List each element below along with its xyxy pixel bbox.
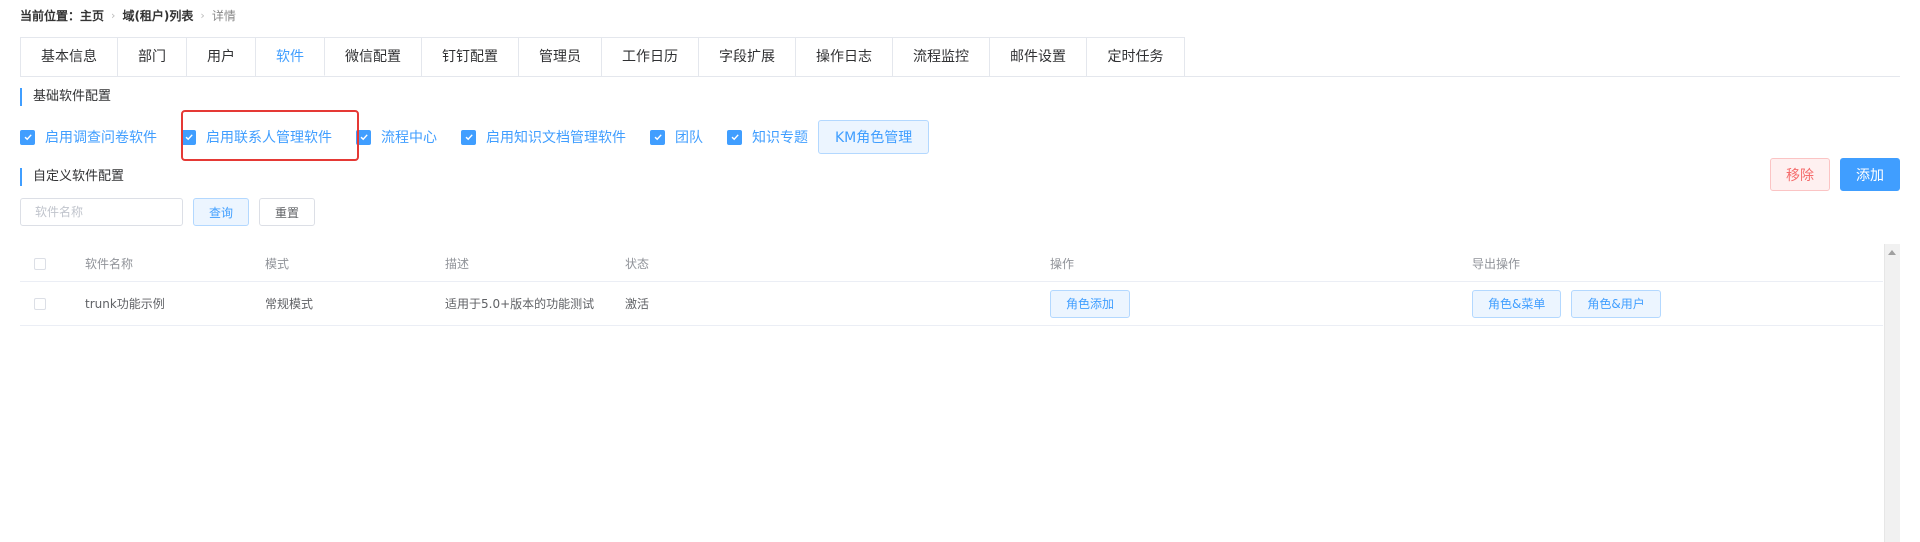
- tab-software[interactable]: 软件: [256, 38, 325, 76]
- cell-description: 适用于5.0+版本的功能测试: [445, 297, 595, 311]
- tab-department[interactable]: 部门: [118, 38, 187, 76]
- checkbox-process-center[interactable]: 流程中心: [356, 127, 437, 147]
- query-button[interactable]: 查询: [193, 198, 249, 226]
- role-menu-export-button[interactable]: 角色&菜单: [1472, 289, 1562, 318]
- scroll-up-arrow-icon[interactable]: [1888, 250, 1896, 255]
- row-checkbox[interactable]: [34, 297, 46, 310]
- header-export-operations: 导出操作: [1472, 257, 1521, 271]
- checkbox-label: 启用知识文档管理软件: [486, 130, 626, 146]
- software-name-search-input[interactable]: [20, 198, 183, 226]
- tab-bar-divider: [20, 76, 1900, 77]
- tab-bar: 基本信息 部门 用户 软件 微信配置 钉钉配置 管理员 工作日历 字段扩展 操作…: [20, 37, 1185, 76]
- tab-operation-log[interactable]: 操作日志: [796, 38, 893, 76]
- header-software-name: 软件名称: [85, 257, 134, 271]
- tab-wechat-config[interactable]: 微信配置: [325, 38, 422, 76]
- remove-button[interactable]: 移除: [1770, 158, 1830, 191]
- tab-work-calendar[interactable]: 工作日历: [602, 38, 699, 76]
- checkbox-knowledge-topic[interactable]: 知识专题: [727, 127, 808, 147]
- tab-scheduled-tasks[interactable]: 定时任务: [1087, 38, 1184, 76]
- checkbox-contacts-software[interactable]: 启用联系人管理软件: [181, 127, 332, 147]
- breadcrumb-tenant-list-link[interactable]: 域(租户)列表: [122, 7, 193, 24]
- breadcrumb-current: 详情: [211, 8, 236, 23]
- cell-export-operations: 角色&菜单 角色&用户: [1472, 282, 1671, 325]
- header-status: 状态: [625, 257, 650, 271]
- check-icon: [20, 129, 35, 145]
- role-add-button[interactable]: 角色添加: [1050, 289, 1131, 318]
- checkbox-label: 启用调查问卷软件: [45, 130, 157, 146]
- check-icon: [650, 129, 665, 145]
- checkbox-label: 知识专题: [752, 130, 808, 146]
- checkbox-knowledge-docs[interactable]: 启用知识文档管理软件: [461, 127, 626, 147]
- tab-admins[interactable]: 管理员: [519, 38, 602, 76]
- checkbox-survey-software[interactable]: 启用调查问卷软件: [20, 127, 157, 147]
- header-operations: 操作: [1050, 257, 1075, 271]
- chevron-right-icon: ›: [111, 8, 116, 22]
- add-button[interactable]: 添加: [1840, 158, 1900, 191]
- header-mode: 模式: [265, 257, 290, 271]
- check-icon: [181, 129, 196, 145]
- checkbox-label: 团队: [675, 130, 703, 146]
- breadcrumb: 当前位置： 主页 › 域(租户)列表 › 详情: [20, 6, 236, 24]
- software-table: 软件名称 模式 描述 状态 操作 导出操作 trunk功能示例 常规模式 适用于…: [20, 246, 1883, 326]
- check-icon: [727, 129, 742, 145]
- cell-mode: 常规模式: [265, 297, 314, 311]
- tab-process-monitor[interactable]: 流程监控: [893, 38, 990, 76]
- breadcrumb-label: 当前位置：: [20, 8, 81, 23]
- checkbox-label: 流程中心: [381, 130, 437, 146]
- header-description: 描述: [445, 257, 470, 271]
- chevron-right-icon: ›: [200, 8, 205, 22]
- select-all-cell: [34, 246, 46, 281]
- km-role-management-button[interactable]: KM角色管理: [818, 120, 930, 154]
- tab-basic-info[interactable]: 基本信息: [21, 38, 118, 76]
- role-user-export-button[interactable]: 角色&用户: [1571, 289, 1661, 318]
- table-row: trunk功能示例 常规模式 适用于5.0+版本的功能测试 激活 角色添加 角色…: [20, 282, 1883, 326]
- custom-config-title: 自定义软件配置: [20, 168, 124, 186]
- checkbox-team[interactable]: 团队: [650, 127, 703, 147]
- tab-users[interactable]: 用户: [187, 38, 256, 76]
- cell-software-name: trunk功能示例: [85, 297, 165, 311]
- tab-field-extension[interactable]: 字段扩展: [699, 38, 796, 76]
- tab-mail-settings[interactable]: 邮件设置: [990, 38, 1087, 76]
- select-all-checkbox[interactable]: [34, 257, 46, 270]
- basic-config-checkboxes: 启用调查问卷软件 启用联系人管理软件 流程中心 启用知识文档管理软件 团队 知识…: [20, 119, 930, 155]
- check-icon: [356, 129, 371, 145]
- reset-button[interactable]: 重置: [259, 198, 315, 226]
- cell-operations: 角色添加: [1050, 282, 1140, 325]
- row-select-cell: [34, 282, 46, 325]
- check-icon: [461, 129, 476, 145]
- tab-dingtalk-config[interactable]: 钉钉配置: [422, 38, 519, 76]
- checkbox-label: 启用联系人管理软件: [206, 130, 332, 146]
- basic-config-title: 基础软件配置: [20, 88, 111, 106]
- breadcrumb-home-link[interactable]: 主页: [80, 7, 104, 24]
- table-scrollbar[interactable]: [1884, 244, 1900, 542]
- cell-status: 激活: [625, 297, 650, 311]
- table-header-row: 软件名称 模式 描述 状态 操作 导出操作: [20, 246, 1883, 282]
